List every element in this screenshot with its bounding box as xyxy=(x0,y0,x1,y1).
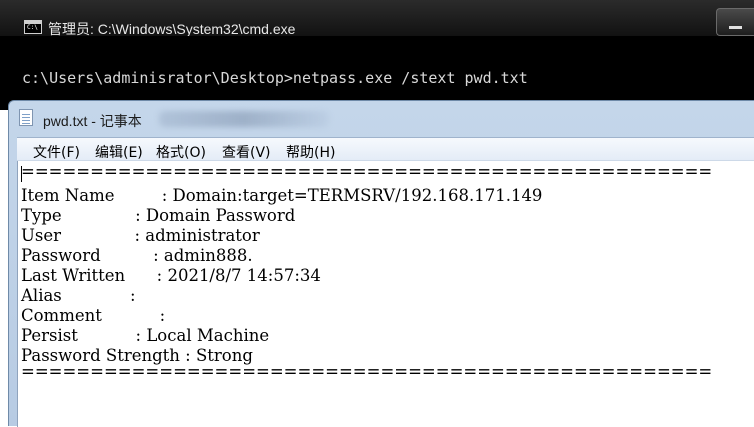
menu-file[interactable]: 文件(F) xyxy=(33,142,80,162)
separator-line: ========================================… xyxy=(21,362,713,381)
menu-bar: 文件(F) 编辑(E) 格式(O) 查看(V) 帮助(H) xyxy=(17,137,754,161)
cmd-command-line: c:\Users\adminisrator\Desktop>netpass.ex… xyxy=(22,69,528,87)
text-line: Comment : xyxy=(21,306,166,325)
cmd-console[interactable]: c:\Users\adminisrator\Desktop>netpass.ex… xyxy=(0,36,754,110)
text-editor-area[interactable]: ========================================… xyxy=(17,161,754,427)
menu-view[interactable]: 查看(V) xyxy=(222,142,271,162)
blurred-region xyxy=(159,111,329,127)
separator-line: ========================================… xyxy=(21,162,713,181)
text-line: Type : Domain Password xyxy=(21,206,296,225)
cmd-titlebar[interactable]: C:\ 管理员: C:\Windows\System32\cmd.exe xyxy=(0,0,754,37)
notepad-icon xyxy=(19,109,33,126)
cmd-window[interactable]: C:\ 管理员: C:\Windows\System32\cmd.exe c:\… xyxy=(0,0,754,110)
text-line: Password : admin888. xyxy=(21,246,253,265)
text-line: Last Written : 2021/8/7 14:57:34 xyxy=(21,266,321,285)
menu-edit[interactable]: 编辑(E) xyxy=(95,142,143,162)
text-line: Item Name : Domain:target=TERMSRV/192.16… xyxy=(21,186,543,205)
text-line: Alias : xyxy=(21,286,136,305)
notepad-titlebar[interactable]: pwd.txt - 记事本 xyxy=(9,101,754,135)
cmd-icon: C:\ xyxy=(24,20,42,34)
minimize-button[interactable] xyxy=(716,8,754,36)
notepad-window-title: pwd.txt - 记事本 xyxy=(43,113,142,129)
cmd-icon-text: C:\ xyxy=(27,24,38,31)
menu-format[interactable]: 格式(O) xyxy=(156,142,206,162)
text-line: User : administrator xyxy=(21,226,260,245)
menu-help[interactable]: 帮助(H) xyxy=(286,142,335,162)
notepad-window[interactable]: pwd.txt - 记事本 文件(F) 编辑(E) 格式(O) 查看(V) 帮助… xyxy=(8,100,754,427)
minimize-icon xyxy=(729,26,742,29)
text-line: Persist : Local Machine xyxy=(21,326,270,345)
